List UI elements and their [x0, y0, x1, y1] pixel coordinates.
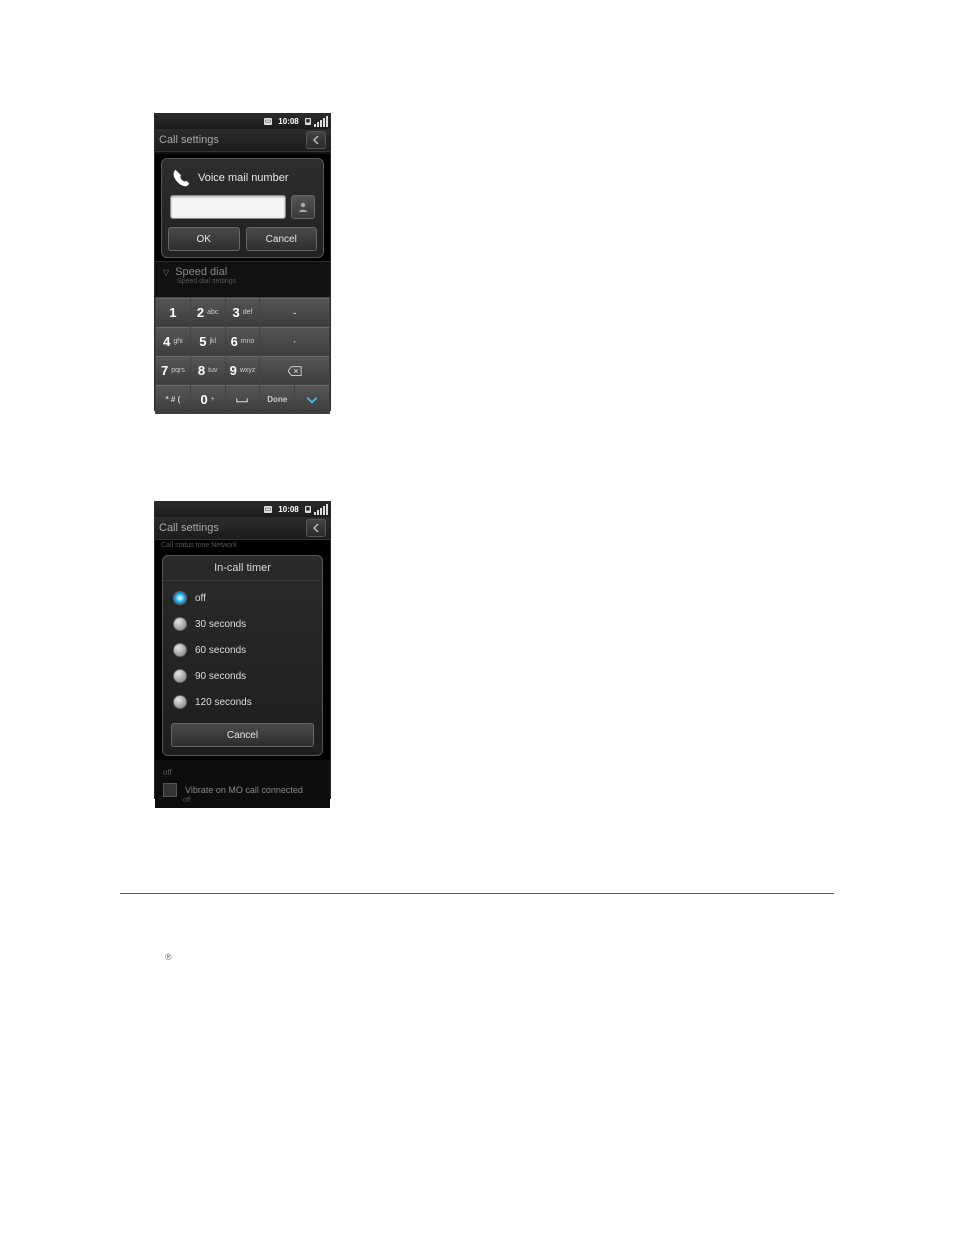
radio-icon — [173, 695, 187, 709]
back-button[interactable] — [306, 519, 326, 537]
radio-option-60[interactable]: 60 seconds — [163, 637, 322, 663]
key-3[interactable]: 3def — [226, 298, 260, 326]
signal-icon — [314, 504, 328, 515]
key-sym[interactable]: * # ( — [156, 385, 190, 413]
backspace-icon — [288, 366, 302, 376]
radio-option-off[interactable]: off — [163, 585, 322, 611]
key-1[interactable]: 1 — [156, 298, 190, 326]
numeric-keypad: 1 2abc 3def - 4ghi 5jkl 6mno · 7pqrs 8tu… — [155, 297, 330, 414]
key-dash[interactable]: - — [260, 298, 329, 326]
dialog-title: Voice mail number — [198, 172, 289, 184]
bg-check-label: Vibrate on MO call connected — [185, 785, 303, 795]
contact-picker-button[interactable] — [291, 195, 315, 219]
cancel-button[interactable]: Cancel — [246, 227, 318, 251]
phone-icon — [170, 167, 192, 189]
voicemail-dialog: Voice mail number OK Cancel — [161, 158, 324, 258]
key-del[interactable] — [260, 356, 329, 384]
radio-option-30[interactable]: 30 seconds — [163, 611, 322, 637]
titlebar: Call settings — [155, 129, 330, 152]
phone-screenshot-incall-timer: ▭ 10:08 ■ Call settings Call status tone… — [154, 501, 331, 799]
dialog-title: In-call timer — [163, 556, 322, 581]
registered-mark: ® — [165, 952, 172, 962]
sq-icon: ■ — [305, 506, 311, 513]
key-7[interactable]: 7pqrs — [156, 356, 190, 384]
space-icon — [235, 395, 249, 405]
status-bar: ▭ 10:08 ■ — [155, 502, 330, 517]
key-6[interactable]: 6mno — [226, 327, 260, 355]
key-space[interactable] — [226, 385, 260, 413]
radio-option-120[interactable]: 120 seconds — [163, 689, 322, 715]
cancel-button[interactable]: Cancel — [171, 723, 314, 747]
key-0[interactable]: 0+ — [191, 385, 225, 413]
key-8[interactable]: 8tuv — [191, 356, 225, 384]
bg-check-sub: off — [183, 797, 322, 804]
page-title: Call settings — [159, 134, 219, 146]
key-2[interactable]: 2abc — [191, 298, 225, 326]
phone-screenshot-voicemail: ▭ 10:08 ■ Call settings Voice mail numbe… — [154, 113, 331, 411]
sd-icon: ▭ — [264, 118, 273, 125]
radio-icon — [173, 591, 187, 605]
page-title: Call settings — [159, 522, 219, 534]
status-bar: ▭ 10:08 ■ — [155, 114, 330, 129]
background-list: off Vibrate on MO call connected off — [155, 760, 330, 808]
bg-row-sub: Call status tone Network — [155, 540, 330, 551]
section-subtitle: Speed dial settings — [177, 278, 322, 285]
horizontal-rule — [120, 893, 834, 894]
radio-icon — [173, 643, 187, 657]
sd-icon: ▭ — [264, 506, 273, 513]
key-9[interactable]: 9wxyz — [226, 356, 260, 384]
bg-off-label: off — [163, 766, 322, 779]
chevron-left-icon — [313, 524, 319, 532]
speed-dial-section: ▽ Speed dial Speed dial settings — [155, 261, 330, 297]
sq-icon: ■ — [305, 118, 311, 125]
clock: 10:08 — [278, 117, 298, 126]
key-done[interactable]: Done — [260, 385, 294, 413]
radio-option-90[interactable]: 90 seconds — [163, 663, 322, 689]
key-4[interactable]: 4ghi — [156, 327, 190, 355]
clock: 10:08 — [278, 505, 298, 514]
key-hide[interactable] — [295, 385, 329, 413]
titlebar: Call settings — [155, 517, 330, 540]
radio-icon — [173, 669, 187, 683]
voicemail-number-input[interactable] — [170, 195, 286, 219]
incall-timer-dialog: In-call timer off 30 seconds 60 seconds … — [162, 555, 323, 756]
radio-icon — [173, 617, 187, 631]
signal-icon — [314, 116, 328, 127]
person-icon — [297, 201, 309, 213]
checkbox-icon — [163, 783, 177, 797]
chevron-left-icon — [313, 136, 319, 144]
back-button[interactable] — [306, 131, 326, 149]
section-title: Speed dial — [175, 266, 227, 278]
chevron-down-icon — [305, 395, 319, 405]
ok-button[interactable]: OK — [168, 227, 240, 251]
radio-list: off 30 seconds 60 seconds 90 seconds 120… — [163, 581, 322, 719]
expand-icon: ▽ — [163, 268, 169, 277]
key-dot[interactable]: · — [260, 327, 329, 355]
bg-check-row: Vibrate on MO call connected — [163, 779, 322, 797]
key-5[interactable]: 5jkl — [191, 327, 225, 355]
